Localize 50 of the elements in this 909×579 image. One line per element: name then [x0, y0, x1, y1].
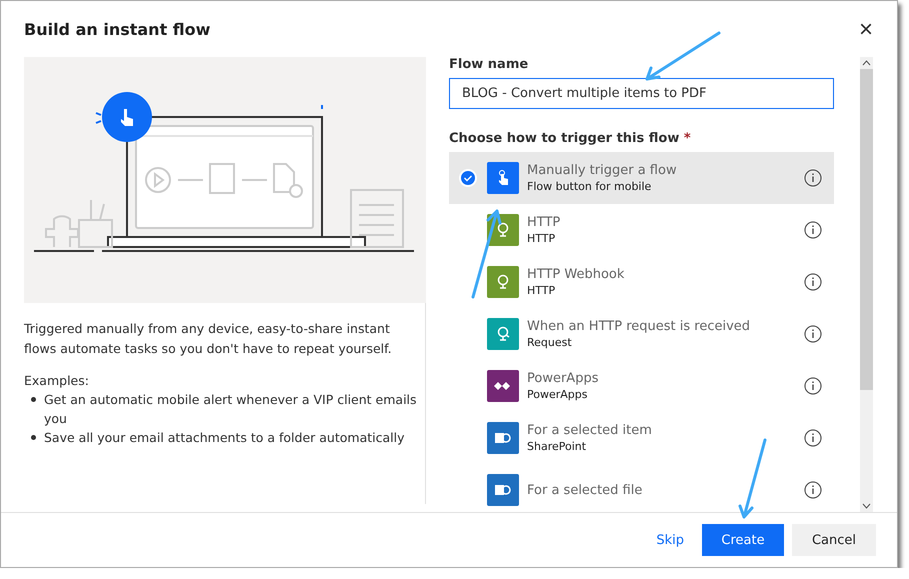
trigger-option[interactable]: PowerApps PowerApps — [449, 360, 834, 412]
info-icon[interactable] — [804, 221, 822, 239]
bullet-icon — [31, 397, 36, 402]
trigger-option[interactable]: When an HTTP request is received Request — [449, 308, 834, 360]
info-icon[interactable] — [804, 481, 822, 499]
trigger-title: Manually trigger a flow — [527, 163, 678, 178]
description-text: Triggered manually from any device, easy-to-share instant flows automate tasks so you don't have to repeat yourself. — [24, 320, 393, 358]
bullet-icon — [31, 435, 36, 440]
scrollbar[interactable] — [860, 57, 873, 512]
info-icon[interactable] — [804, 273, 822, 291]
trigger-title: For a selected file — [527, 482, 644, 498]
trigger-subtitle: Request — [527, 336, 573, 349]
globe-icon — [496, 326, 510, 342]
example-text: Get an automatic mobile alert whenever a VIP client emails you — [44, 391, 418, 428]
document-share-icon — [495, 483, 511, 497]
trigger-option[interactable]: HTTP HTTP — [449, 204, 834, 256]
close-button[interactable]: × — [854, 18, 877, 42]
flow-name-field[interactable]: BLOG - Convert multiple items to PDF — [449, 78, 834, 109]
trigger-title: HTTP Webhook — [527, 267, 626, 282]
trigger-title: PowerApps — [527, 371, 600, 386]
dialog-title: Build an instant flow — [24, 20, 210, 39]
globe-icon — [496, 222, 510, 238]
flow-name-label: Flow name — [449, 57, 530, 72]
trigger-option[interactable]: HTTP Webhook HTTP — [449, 256, 834, 308]
trigger-title: When an HTTP request is received — [527, 319, 752, 334]
hand-icon — [496, 170, 510, 186]
trigger-subtitle: Flow button for mobile — [527, 180, 652, 193]
skip-link[interactable]: Skip — [646, 524, 694, 556]
trigger-option[interactable]: For a selected file — [449, 464, 834, 512]
info-icon[interactable] — [804, 429, 822, 447]
info-icon[interactable] — [804, 377, 822, 395]
cancel-button[interactable]: Cancel — [792, 524, 876, 556]
trigger-subtitle: HTTP — [527, 284, 556, 297]
trigger-label: Choose how to trigger this flow * — [449, 131, 692, 146]
required-mark: * — [684, 131, 691, 146]
trigger-subtitle: PowerApps — [527, 388, 588, 401]
examples-label: Examples: — [24, 372, 90, 390]
info-icon[interactable] — [804, 325, 822, 343]
diamonds-icon — [494, 381, 512, 391]
info-icon[interactable] — [804, 169, 822, 187]
trigger-option[interactable]: Manually trigger a flow Flow button for mobile — [449, 152, 834, 204]
trigger-title: For a selected item — [527, 423, 653, 438]
trigger-option[interactable]: For a selected item SharePoint — [449, 412, 834, 464]
create-button[interactable]: Create — [702, 524, 784, 556]
example-text: Save all your email attachments to a folder automatically — [44, 429, 404, 447]
trigger-title: HTTP — [527, 215, 562, 230]
document-share-icon — [495, 431, 511, 445]
trigger-subtitle: SharePoint — [527, 440, 588, 453]
globe-icon — [496, 274, 510, 290]
trigger-subtitle: HTTP — [527, 232, 556, 245]
